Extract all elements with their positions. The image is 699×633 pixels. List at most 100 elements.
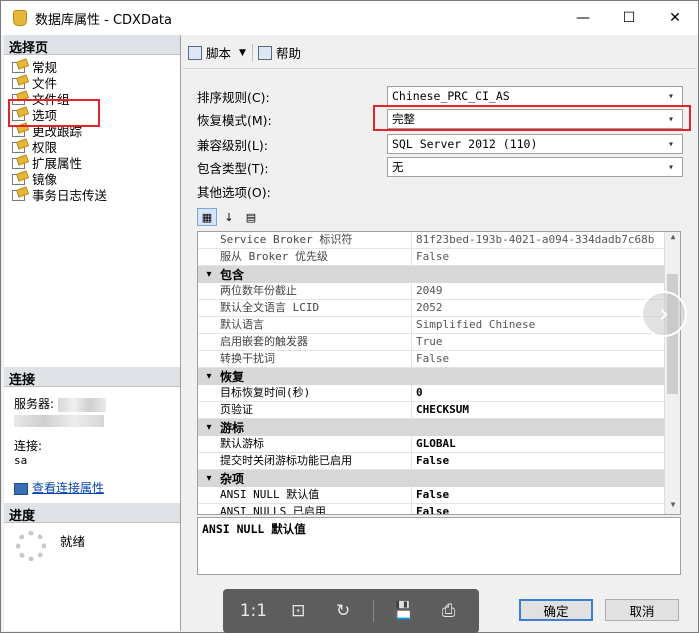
scroll-up-icon[interactable]: ▲ <box>665 232 680 246</box>
grid-category-label: 恢复 <box>220 370 245 384</box>
maximize-button[interactable]: ☐ <box>606 1 652 35</box>
grid-row[interactable]: 两位数年份截止 2049 <box>198 283 680 300</box>
collapse-icon[interactable]: ▾ <box>198 269 220 280</box>
containment-value: 无 <box>392 160 404 174</box>
connect-value: sa <box>14 454 28 467</box>
save-icon[interactable]: 💾 <box>389 601 419 621</box>
recovery-label: 恢复模式(M): <box>197 112 272 128</box>
grid-row[interactable]: 默认语言 Simplified Chinese <box>198 317 680 334</box>
toolbar: 脚本 ▼ 帮助 <box>183 37 697 69</box>
redacted-server-line <box>14 415 104 427</box>
grid-row-name: 提交时关闭游标功能已启用 <box>198 453 412 469</box>
containment-type-select[interactable]: 无 ▾ <box>387 157 683 177</box>
property-pages-icon[interactable]: ▤ <box>241 208 261 226</box>
help-button[interactable]: 帮助 <box>257 43 301 62</box>
highlight-box-recovery <box>373 105 691 131</box>
compatibility-level-select[interactable]: SQL Server 2012 (110) ▾ <box>387 134 683 154</box>
grid-row-value[interactable]: GLOBAL <box>412 436 680 452</box>
view-connection-properties-link[interactable]: 查看连接属性 <box>32 481 104 495</box>
grid-row-name: 目标恢复时间(秒) <box>198 385 412 401</box>
grid-row-name: 转换干扰词 <box>198 351 412 367</box>
page-item-extended-properties[interactable]: 扩展属性 <box>4 154 180 171</box>
ok-button[interactable]: 确定 <box>519 599 593 621</box>
next-arrow-icon[interactable]: › <box>641 291 687 337</box>
page-item-label: 事务日志传送 <box>32 187 108 203</box>
grid-category[interactable]: ▾ 游标 <box>198 419 680 436</box>
grid-category-label: 包含 <box>220 268 245 282</box>
grid-row[interactable]: Service Broker 标识符 81f23bed-193b-4021-a09… <box>198 232 680 249</box>
page-item-general[interactable]: 常规 <box>4 58 180 75</box>
grid-row-name: 默认语言 <box>198 317 412 333</box>
collapse-icon[interactable]: ▾ <box>198 473 220 484</box>
minimize-button[interactable]: — <box>560 1 606 35</box>
grid-row-value[interactable]: False <box>412 504 680 514</box>
property-description: ANSI NULL 默认值 <box>197 517 681 575</box>
grid-row-value[interactable]: CHECKSUM <box>412 402 680 418</box>
grid-row-value: 2049 <box>416 284 443 297</box>
grid-row-name: 默认游标 <box>198 436 412 452</box>
grid-row[interactable]: 提交时关闭游标功能已启用 False <box>198 453 680 470</box>
grid-category[interactable]: ▾ 杂项 <box>198 470 680 487</box>
collation-value: Chinese_PRC_CI_AS <box>392 89 510 103</box>
actual-size-button[interactable]: 1:1 <box>238 601 268 621</box>
grid-row-value: True <box>416 335 443 348</box>
grid-row-name: 默认全文语言 LCID <box>198 300 412 316</box>
help-label: 帮助 <box>275 46 301 61</box>
grid-row-name: 服从 Broker 优先级 <box>198 249 412 265</box>
grid-row[interactable]: 默认全文语言 LCID 2052 <box>198 300 680 317</box>
page-icon <box>11 60 27 73</box>
title-bar[interactable]: 数据库属性 - CDXData — ☐ ✕ <box>1 1 698 35</box>
collation-select[interactable]: Chinese_PRC_CI_AS ▾ <box>387 86 683 106</box>
script-button[interactable]: 脚本 ▼ <box>188 43 246 62</box>
chevron-down-icon[interactable]: ▼ <box>239 48 246 58</box>
grid-row[interactable]: ANSI NULL 默认值 False <box>198 487 680 504</box>
rotate-icon[interactable]: ↻ <box>328 601 358 621</box>
fit-icon[interactable]: ⊡ <box>283 601 313 621</box>
page-item-permissions[interactable]: 权限 <box>4 138 180 155</box>
page-item-log-shipping[interactable]: 事务日志传送 <box>4 186 180 203</box>
collation-label: 排序规则(C): <box>197 89 270 105</box>
grid-row-value: False <box>416 250 450 263</box>
collapse-icon[interactable]: ▾ <box>198 371 220 382</box>
grid-category-label: 游标 <box>220 421 245 435</box>
grid-row[interactable]: 默认游标 GLOBAL <box>198 436 680 453</box>
grid-row-value[interactable]: False <box>412 453 680 469</box>
database-properties-window: 数据库属性 - CDXData — ☐ ✕ 选择页 常规 文件 文件组 选项 更… <box>0 0 699 633</box>
page-icon <box>11 172 27 185</box>
sort-alphabetical-icon[interactable]: ↓ <box>219 208 239 226</box>
grid-row[interactable]: 转换干扰词 False <box>198 351 680 368</box>
grid-row-value: False <box>416 352 450 365</box>
cancel-button[interactable]: 取消 <box>605 599 679 621</box>
database-icon <box>13 10 27 26</box>
grid-row[interactable]: ANSI NULLS 已启用 False <box>198 504 680 514</box>
grid-scrollbar[interactable]: ▲ ▼ <box>664 232 680 514</box>
grid-row-value[interactable]: 0 <box>412 385 680 401</box>
collapse-icon[interactable]: ▾ <box>198 422 220 433</box>
script-icon <box>188 45 202 60</box>
grid-row[interactable]: 目标恢复时间(秒) 0 <box>198 385 680 402</box>
grid-row-name: 页验证 <box>198 402 412 418</box>
grid-category[interactable]: ▾ 包含 <box>198 266 680 283</box>
property-grid: Service Broker 标识符 81f23bed-193b-4021-a09… <box>197 231 681 515</box>
viewer-separator <box>372 600 374 622</box>
grid-category[interactable]: ▾ 恢复 <box>198 368 680 385</box>
print-icon[interactable]: ⎙ <box>434 601 464 621</box>
chevron-down-icon: ▾ <box>667 138 675 150</box>
grid-row-value[interactable]: False <box>412 487 680 503</box>
close-button[interactable]: ✕ <box>652 1 698 35</box>
containment-label: 包含类型(T): <box>197 160 269 176</box>
connection-properties-icon <box>14 482 28 495</box>
left-pane: 选择页 常规 文件 文件组 选项 更改跟踪 权限 扩展属性 镜像 事务日志传送 … <box>4 35 181 631</box>
page-icon <box>11 188 27 201</box>
connection-header: 连接 <box>4 367 180 388</box>
page-list: 常规 文件 文件组 选项 更改跟踪 权限 扩展属性 镜像 事务日志传送 <box>4 55 180 203</box>
property-grid-rows: Service Broker 标识符 81f23bed-193b-4021-a09… <box>198 232 680 514</box>
grid-row[interactable]: 服从 Broker 优先级 False <box>198 249 680 266</box>
grid-row[interactable]: 启用嵌套的触发器 True <box>198 334 680 351</box>
scroll-down-icon[interactable]: ▼ <box>665 500 680 514</box>
grid-row[interactable]: 页验证 CHECKSUM <box>198 402 680 419</box>
page-icon <box>11 76 27 89</box>
page-item-files[interactable]: 文件 <box>4 74 180 91</box>
help-icon <box>257 45 272 60</box>
categorized-icon[interactable]: ▦ <box>197 208 217 226</box>
